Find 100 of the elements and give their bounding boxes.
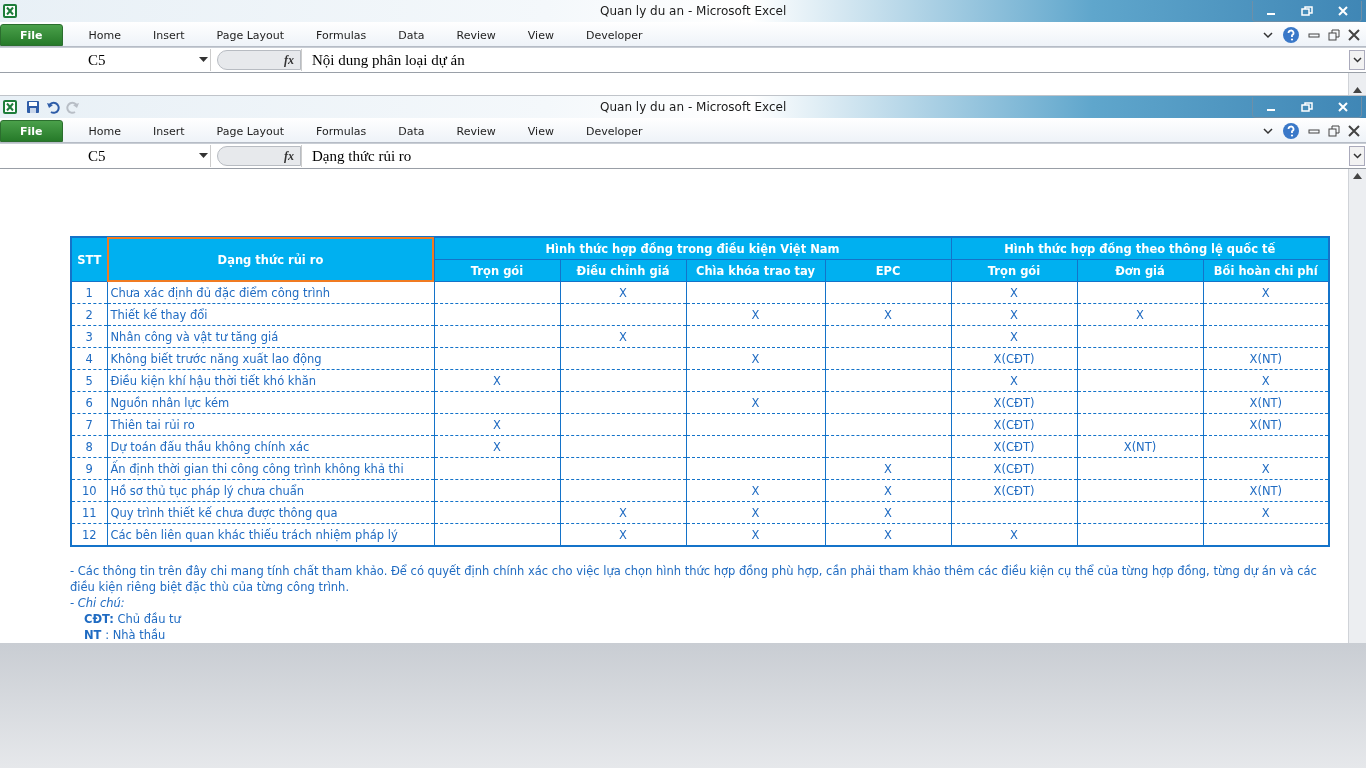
group-header: Hình thức hợp đồng theo thông lệ quốc tế [951,237,1329,260]
ribbon-tab[interactable]: Data [382,120,441,142]
table-cell: 6 [71,391,107,414]
table-cell: 2 [71,303,107,326]
table-cell: Thiên tai rủi ro [107,413,434,436]
scroll-bar[interactable] [1348,73,1366,95]
table-cell: X [951,281,1077,304]
table-cell: X [825,303,951,326]
table-cell: 10 [71,479,107,502]
table-cell: X [686,303,825,326]
table-cell: 1 [71,281,107,304]
ribbon-tab[interactable]: Insert [137,24,201,46]
chevron-icon[interactable] [1262,126,1274,136]
table-cell: Không biết trước năng xuất lao động [107,347,434,370]
restore-icon[interactable] [1328,29,1340,41]
window-title: Quan ly du an - Microsoft Excel [600,4,787,18]
table-cell: 5 [71,369,107,392]
ribbon-tab[interactable]: Review [440,24,512,46]
table-cell: 7 [71,413,107,436]
table-cell: X [434,369,560,392]
table-cell: X [825,501,951,524]
ribbon-tab[interactable]: View [511,120,570,142]
caret-icon[interactable] [199,57,208,63]
table-cell: Quy trình thiết kế chưa được thông qua [107,501,434,524]
name-box[interactable]: C5 [0,49,211,71]
table-cell: X [825,457,951,480]
ribbon-tab[interactable]: Insert [137,120,201,142]
table-cell: X [951,369,1077,392]
table-cell: X(CĐT) [951,435,1077,458]
table-cell: X(NT) [1077,435,1203,458]
table-cell: X [951,325,1077,348]
excel-icon [2,99,18,115]
minimize-icon[interactable] [1308,30,1320,40]
ribbon-tab[interactable]: Page Layout [200,24,301,46]
table-cell: X [1077,303,1203,326]
note-text: - Các thông tin trên đây chi mang tính chất tham khảo. Để có quyết định chính xác cho việc lựa chọn hình thức hợp đồng phù hợp, cần phải tham khảo thêm các điều kiện cụ thể của từng hợp đồng, từng dự án và các điều kiện riêng biệt đặc thù của từng công trình. [70,563,1318,595]
table-cell: Nguồn nhân lực kém [107,391,434,414]
restore-icon[interactable] [1328,125,1340,137]
table-cell: X [434,435,560,458]
table-cell: X(CĐT) [951,391,1077,414]
column-header: STT [71,237,107,282]
scroll-bar[interactable] [1348,169,1366,643]
ribbon-tab[interactable]: Developer [569,120,659,142]
table-cell: X [686,501,825,524]
ribbon-tab[interactable]: File [0,24,63,46]
legend-item: NT : Nhà thầu [84,628,166,642]
table-cell: X [825,479,951,502]
expand-button[interactable] [1349,50,1365,70]
save-icon[interactable] [26,100,40,114]
ribbon-tab[interactable]: Page Layout [200,120,301,142]
ribbon-tab[interactable]: Data [382,24,441,46]
table-cell: 3 [71,325,107,348]
table-cell: X(CĐT) [951,347,1077,370]
table-cell: Dự toán đấu thầu không chính xác [107,435,434,458]
ribbon-tab[interactable]: Formulas [300,24,383,46]
table-cell: 11 [71,501,107,524]
ribbon-tab[interactable]: Home [72,120,137,142]
name-box[interactable]: C5 [0,145,211,167]
table-cell: Chưa xác định đủ đặc điểm công trình [107,281,434,304]
ribbon-tab[interactable]: View [511,24,570,46]
group-header: Hình thức hợp đồng trong điều kiện Việt Nam [434,237,951,260]
chevron-icon[interactable] [1352,153,1362,159]
table-cell: Điều kiện khí hậu thời tiết khó khăn [107,369,434,392]
help-icon[interactable] [1282,26,1300,44]
chevron-icon[interactable] [1262,30,1274,40]
function-button[interactable]: fx [217,146,301,166]
caret-icon[interactable] [199,153,208,159]
table-cell: X [560,281,686,304]
chevron-icon[interactable] [1352,57,1362,63]
ribbon-tab[interactable]: Formulas [300,120,383,142]
table-cell: X(CĐT) [951,479,1077,502]
help-icon[interactable] [1282,122,1300,140]
table-cell: X [951,303,1077,326]
ribbon-tab[interactable]: Developer [569,24,659,46]
table-cell: Hồ sơ thủ tục pháp lý chưa chuẩn [107,479,434,502]
table-cell: X [560,501,686,524]
table-cell: Ấn định thời gian thi công công trình không khả thi [107,457,434,480]
ribbon-tab[interactable]: File [0,120,63,142]
column-header: Chìa khóa trao tay [686,259,825,282]
expand-button[interactable] [1349,146,1365,166]
close-icon[interactable] [1348,125,1360,137]
function-button[interactable]: fx [217,50,301,70]
table-cell: X(CĐT) [951,413,1077,436]
minimize-icon[interactable] [1308,126,1320,136]
table-cell: X [686,479,825,502]
ribbon-tab[interactable]: Review [440,120,512,142]
table-cell: X [686,391,825,414]
table-cell: 4 [71,347,107,370]
table-cell: X [560,325,686,348]
legend-item: CĐT: Chủ đầu tư [84,612,181,626]
table-cell: Nhân công và vật tư tăng giá [107,325,434,348]
undo-icon[interactable] [46,100,60,114]
close-icon[interactable] [1348,29,1360,41]
table-cell: Thiết kế thay đổi [107,303,434,326]
window-title: Quan ly du an - Microsoft Excel [600,100,787,114]
legend-title: - Chi chú: [70,596,125,610]
table-cell: X [686,347,825,370]
ribbon-tab[interactable]: Home [72,24,137,46]
table-cell: X(CĐT) [951,457,1077,480]
excel-icon [2,3,18,19]
